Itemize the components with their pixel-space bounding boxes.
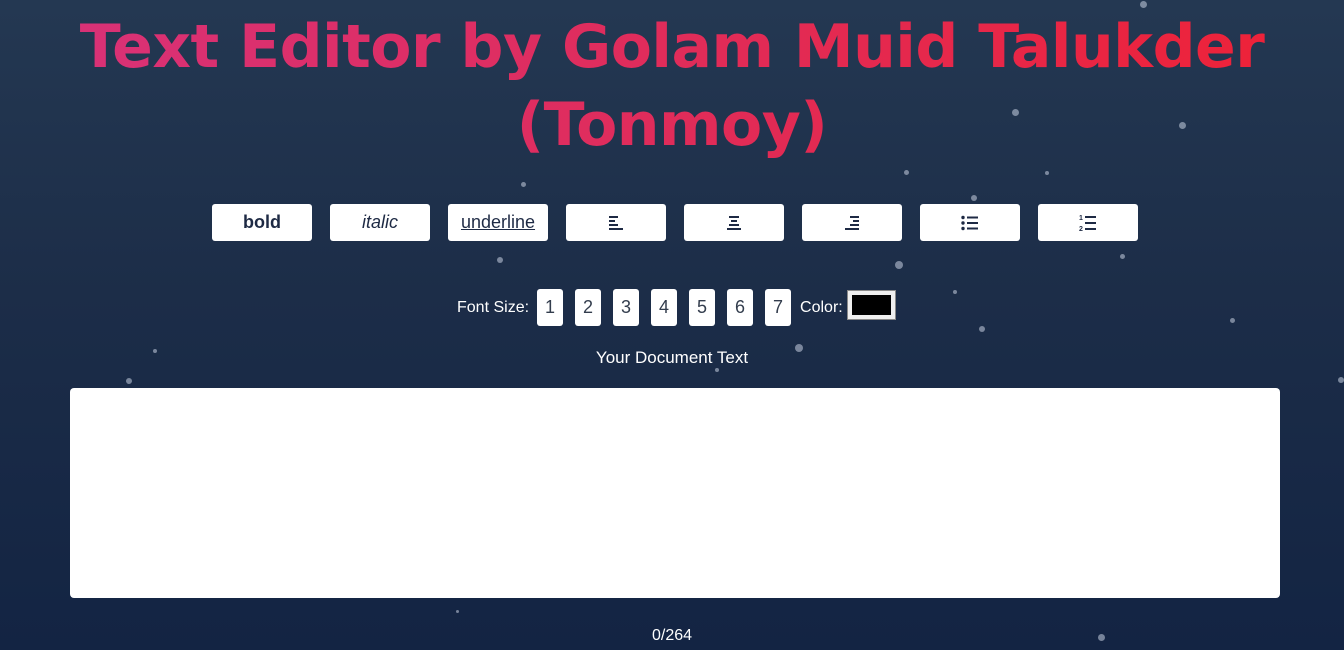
underline-button-label: underline (460, 212, 536, 232)
page-title: Text Editor by Golam Muid Talukder (Tonm… (0, 8, 1344, 164)
color-swatch (851, 294, 891, 315)
formatting-toolbar: bold italic underline 1 2 (212, 204, 1138, 241)
italic-button-label: italic (361, 212, 398, 232)
numbered-list-icon: 1 2 (1079, 215, 1096, 232)
font-size-button-2[interactable]: 2 (575, 289, 602, 326)
svg-text:1: 1 (1079, 215, 1083, 222)
color-picker[interactable] (846, 289, 896, 320)
bold-button[interactable]: bold (212, 204, 312, 241)
align-right-icon (845, 215, 859, 230)
bold-button-label: bold (243, 212, 281, 232)
font-controls: Font Size: 1 2 3 4 5 6 7 Color: (457, 289, 896, 326)
document-editor[interactable] (70, 388, 1280, 598)
color-label: Color: (800, 298, 843, 316)
align-right-button[interactable] (802, 204, 902, 241)
italic-button[interactable]: italic (330, 204, 430, 241)
bullet-list-button[interactable] (920, 204, 1020, 241)
title-line-2: (Tonmoy) (516, 90, 828, 160)
title-line-1: Text Editor by Golam Muid Talukder (79, 12, 1265, 82)
document-label: Your Document Text (595, 348, 749, 367)
font-size-button-1[interactable]: 1 (537, 289, 564, 326)
character-counter: 0/264 (651, 627, 693, 644)
align-left-button[interactable] (566, 204, 666, 241)
font-size-label: Font Size: (457, 298, 530, 316)
font-size-button-4[interactable]: 4 (651, 289, 678, 326)
bullet-list-icon (961, 215, 978, 230)
svg-text:2: 2 (1079, 226, 1083, 232)
font-size-button-7[interactable]: 7 (765, 289, 792, 326)
underline-button[interactable]: underline (448, 204, 548, 241)
numbered-list-button[interactable]: 1 2 (1038, 204, 1138, 241)
font-size-button-6[interactable]: 6 (727, 289, 754, 326)
align-center-button[interactable] (684, 204, 784, 241)
align-center-icon (727, 215, 741, 230)
font-size-button-3[interactable]: 3 (613, 289, 640, 326)
align-left-icon (609, 215, 623, 230)
font-size-button-5[interactable]: 5 (689, 289, 716, 326)
